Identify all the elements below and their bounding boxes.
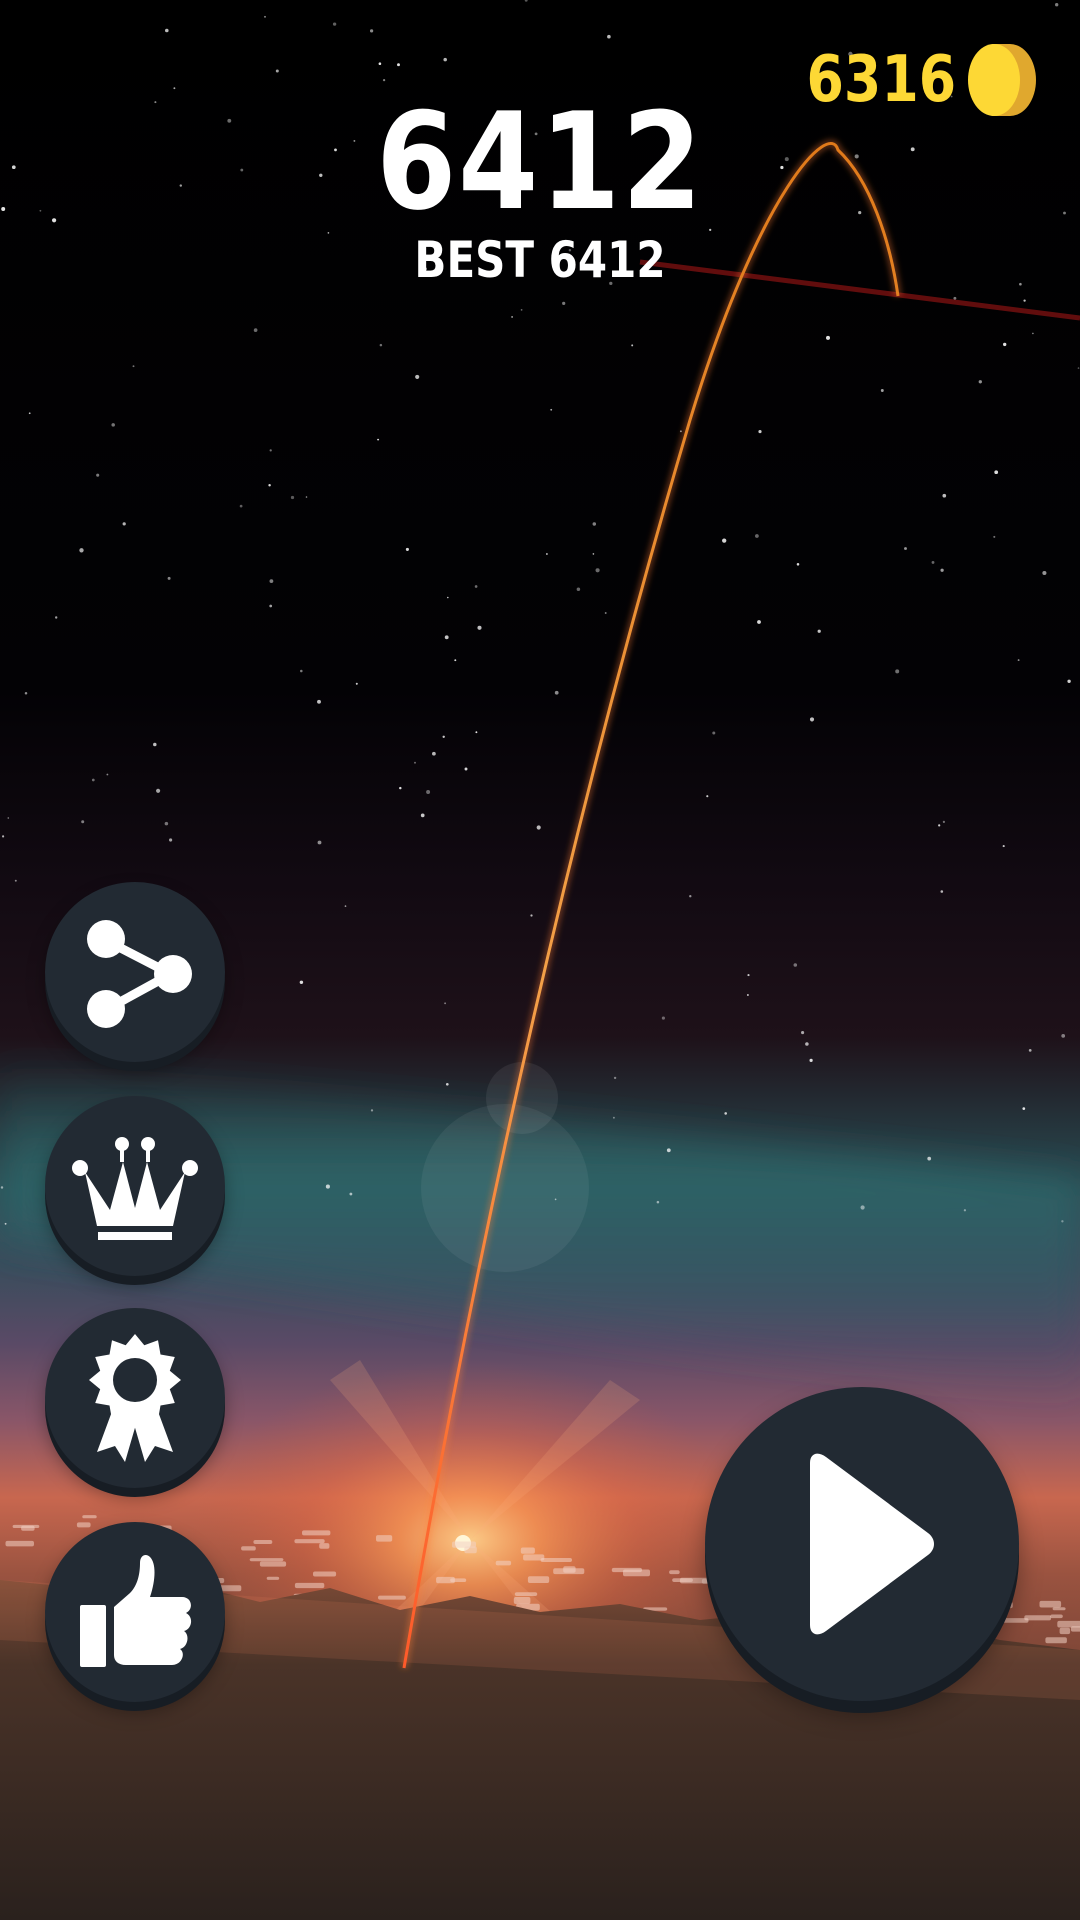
- award-ribbon-icon: [89, 1334, 181, 1462]
- rate-button[interactable]: [45, 1522, 225, 1702]
- share-button[interactable]: [45, 882, 225, 1062]
- leaderboard-button[interactable]: [45, 1096, 225, 1276]
- best-score: BEST 6412: [414, 231, 666, 289]
- coin-count: 6316: [806, 43, 956, 117]
- achievements-button[interactable]: [45, 1308, 225, 1488]
- share-icon: [87, 920, 192, 1028]
- crown-icon: [72, 1137, 198, 1240]
- play-icon: [810, 1453, 934, 1635]
- coin-icon: [968, 44, 1036, 116]
- game-screen: 6412 BEST 6412 6316: [0, 0, 1080, 1920]
- coin-counter: 6316: [778, 40, 1038, 120]
- play-button[interactable]: [705, 1387, 1019, 1701]
- thumbs-up-icon: [80, 1555, 192, 1667]
